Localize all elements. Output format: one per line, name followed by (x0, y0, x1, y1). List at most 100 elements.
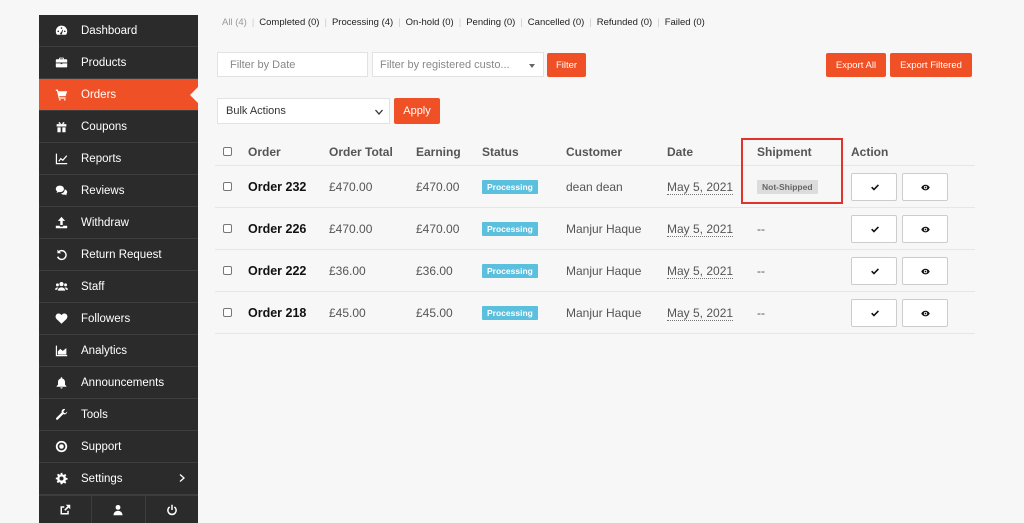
sidebar-item-label: Tools (81, 408, 108, 421)
edit-account-button[interactable] (92, 496, 146, 523)
sidebar-item-label: Products (81, 56, 127, 69)
shipment-highlight-box (741, 138, 843, 204)
header-customer: Customer (566, 144, 623, 159)
order-link[interactable]: Order 226 (248, 222, 329, 236)
sidebar-item-support[interactable]: Support (39, 431, 198, 463)
sidebar-item-label: Followers (81, 312, 131, 325)
filter-button[interactable]: Filter (547, 53, 586, 77)
status-filter-failed[interactable]: Failed (0) (665, 17, 705, 28)
lifebuoy-icon (53, 440, 69, 454)
sidebar-item-orders[interactable]: Orders (39, 79, 198, 111)
sidebar-item-staff[interactable]: Staff (39, 271, 198, 303)
sidebar-item-label: Reports (81, 152, 122, 165)
status-filter-cancelled[interactable]: Cancelled (0) (528, 17, 585, 28)
row-checkbox[interactable] (223, 182, 232, 191)
header-order: Order (248, 144, 281, 159)
status-badge: Processing (482, 306, 538, 320)
date-filter-input[interactable]: Filter by Date (217, 52, 368, 77)
view-order-button[interactable] (902, 299, 948, 327)
status-filter-all[interactable]: All (4) (222, 17, 247, 28)
order-link[interactable]: Order 218 (248, 306, 329, 320)
sidebar-item-coupons[interactable]: Coupons (39, 111, 198, 143)
row-select-cell (215, 182, 248, 191)
action-cell (851, 173, 975, 201)
sidebar-item-label: Dashboard (81, 24, 138, 37)
user-icon (113, 504, 123, 515)
orders-table: Order Order Total Earning Status Custome… (215, 138, 975, 334)
dashboard-icon (53, 24, 69, 38)
sidebar-item-return-request[interactable]: Return Request (39, 239, 198, 271)
row-checkbox[interactable] (223, 224, 232, 233)
action-cell (851, 257, 975, 285)
briefcase-icon (53, 56, 69, 70)
sidebar-item-tools[interactable]: Tools (39, 399, 198, 431)
visit-store-button[interactable] (39, 496, 93, 523)
order-date: May 5, 2021 (667, 221, 734, 237)
sidebar-footer (39, 495, 198, 523)
apply-button[interactable]: Apply (394, 98, 440, 124)
status-filter-on-hold[interactable]: On-hold (0) (406, 17, 454, 28)
row-checkbox[interactable] (223, 266, 232, 275)
sidebar-item-announcements[interactable]: Announcements (39, 367, 198, 399)
shipment-status: -- (757, 221, 765, 236)
customer-filter-select[interactable]: Filter by registered custo... (372, 52, 544, 77)
table-row: Order 226 £470.00 £470.00 Processing Man… (215, 208, 975, 250)
complete-order-button[interactable] (851, 299, 897, 327)
gear-icon (53, 472, 69, 486)
row-select-cell (215, 266, 248, 275)
view-order-button[interactable] (902, 215, 948, 243)
order-link[interactable]: Order 232 (248, 180, 329, 194)
bulk-actions-value: Bulk Actions (226, 105, 286, 117)
view-order-button[interactable] (902, 257, 948, 285)
check-icon (870, 309, 879, 317)
order-link[interactable]: Order 222 (248, 264, 329, 278)
sidebar-item-reviews[interactable]: Reviews (39, 175, 198, 207)
sidebar: Dashboard Products Orders Coupons Report… (39, 15, 198, 523)
wrench-icon (53, 408, 69, 422)
sidebar-item-withdraw[interactable]: Withdraw (39, 207, 198, 239)
export-all-button[interactable]: Export All (826, 53, 886, 77)
select-all-checkbox[interactable] (223, 147, 232, 156)
select-all-cell (215, 147, 248, 156)
status-badge: Processing (482, 222, 538, 236)
chevron-down-icon (375, 109, 383, 115)
date-cell: May 5, 2021 (667, 221, 757, 237)
order-earning: £36.00 (416, 263, 453, 278)
sidebar-item-products[interactable]: Products (39, 47, 198, 79)
action-cell (851, 299, 975, 327)
sidebar-item-dashboard[interactable]: Dashboard (39, 15, 198, 47)
bulk-actions-select[interactable]: Bulk Actions (217, 98, 390, 124)
check-icon (870, 267, 879, 275)
complete-order-button[interactable] (851, 257, 897, 285)
sidebar-item-analytics[interactable]: Analytics (39, 335, 198, 367)
line-chart-icon (53, 152, 69, 166)
status-filter-processing[interactable]: Processing (4) (332, 17, 393, 28)
sidebar-item-settings[interactable]: Settings (39, 463, 198, 495)
heart-icon (53, 312, 69, 326)
complete-order-button[interactable] (851, 173, 897, 201)
logout-button[interactable] (146, 496, 198, 523)
area-chart-icon (53, 344, 69, 358)
sidebar-item-label: Orders (81, 88, 117, 101)
header-order-total: Order Total (329, 144, 393, 159)
order-earning: £45.00 (416, 305, 453, 320)
order-total: £45.00 (329, 305, 366, 320)
action-cell (851, 215, 975, 243)
status-filter-refunded[interactable]: Refunded (0) (597, 17, 652, 28)
sidebar-item-label: Announcements (81, 376, 165, 389)
status-filter-pending[interactable]: Pending (0) (466, 17, 515, 28)
order-date: May 5, 2021 (667, 179, 734, 195)
customer-filter-placeholder: Filter by registered custo... (380, 58, 510, 71)
status-filter-completed[interactable]: Completed (0) (259, 17, 319, 28)
header-earning: Earning (416, 144, 461, 159)
eye-icon (920, 184, 930, 190)
sidebar-item-label: Coupons (81, 120, 128, 133)
sidebar-item-reports[interactable]: Reports (39, 143, 198, 175)
header-status: Status (482, 144, 519, 159)
date-cell: May 5, 2021 (667, 305, 757, 321)
row-checkbox[interactable] (223, 308, 232, 317)
sidebar-item-followers[interactable]: Followers (39, 303, 198, 335)
view-order-button[interactable] (902, 173, 948, 201)
export-filtered-button[interactable]: Export Filtered (890, 53, 972, 77)
complete-order-button[interactable] (851, 215, 897, 243)
